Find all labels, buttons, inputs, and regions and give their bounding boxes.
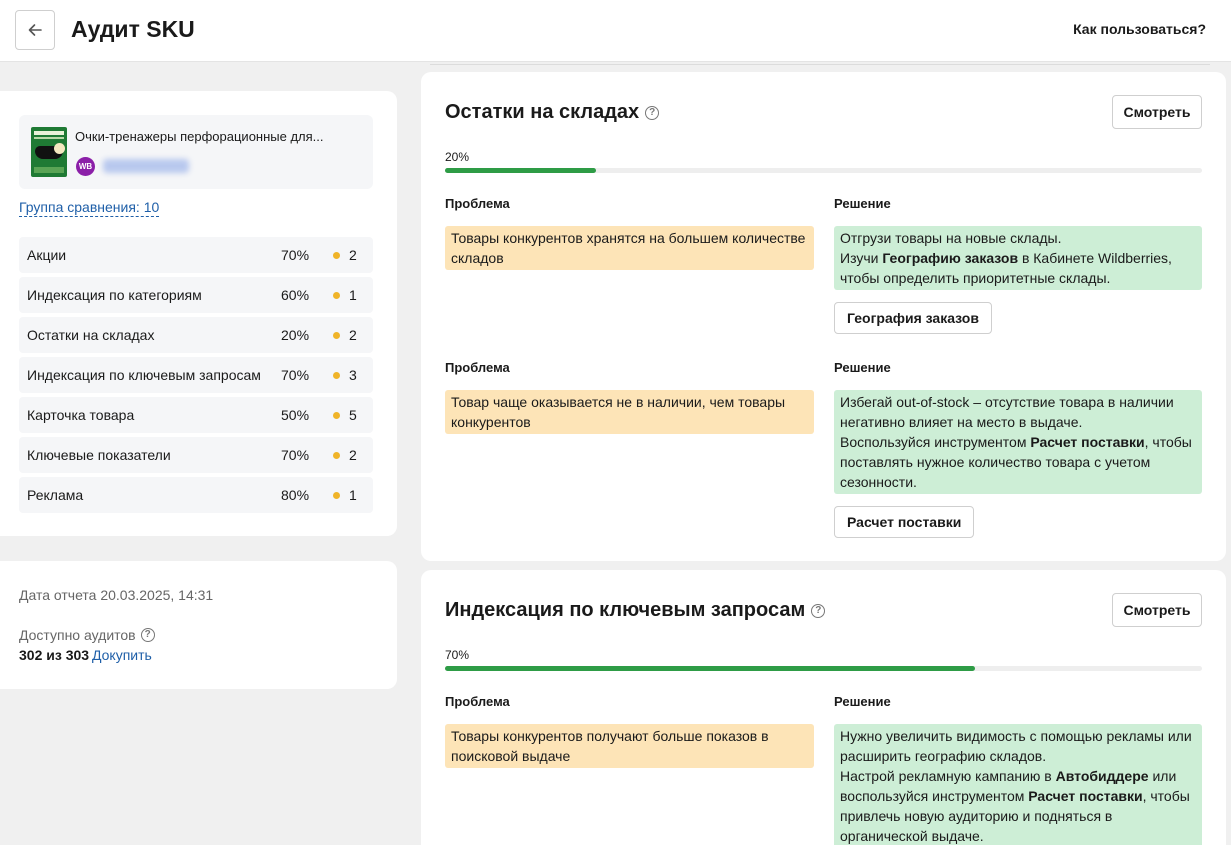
product-name: Очки-тренажеры перфорационные для... bbox=[75, 129, 324, 144]
metric-issue-count: 2 bbox=[349, 447, 357, 463]
metric-issue-count: 1 bbox=[349, 287, 357, 303]
metric-label: Остатки на складах bbox=[27, 327, 155, 343]
question-icon[interactable]: ? bbox=[645, 105, 660, 120]
progress-bar bbox=[445, 168, 1202, 173]
warning-dot-icon bbox=[333, 372, 340, 379]
problem-text: Товары конкурентов получают больше показ… bbox=[445, 724, 814, 768]
supply-calculation-button[interactable]: Расчет поставки bbox=[834, 506, 975, 538]
product-thumbnail bbox=[31, 127, 67, 177]
metric-row[interactable]: Индексация по категориям 60% 1 bbox=[19, 277, 373, 313]
solution-heading: Решение bbox=[834, 196, 891, 211]
compare-group-link[interactable]: Группа сравнения: 10 bbox=[19, 199, 160, 217]
metric-label: Ключевые показатели bbox=[27, 447, 171, 463]
solution-text: Отгрузи товары на новые склады. Изучи Гео… bbox=[834, 226, 1202, 290]
view-button[interactable]: Смотреть bbox=[1112, 593, 1202, 627]
metric-row[interactable]: Индексация по ключевым запросам 70% 3 bbox=[19, 357, 373, 393]
metric-percent: 60% bbox=[281, 287, 310, 303]
metric-percent: 70% bbox=[281, 247, 310, 263]
question-icon[interactable]: ? bbox=[811, 603, 826, 618]
metric-issue-count: 5 bbox=[349, 407, 357, 423]
page-header: Аудит SKU Как пользоваться? bbox=[0, 0, 1231, 62]
section-title: Остатки на складах ? bbox=[445, 101, 660, 124]
metric-percent: 50% bbox=[281, 407, 310, 423]
audit-info-card: Дата отчета 20.03.2025, 14:31 Доступно а… bbox=[0, 561, 397, 689]
order-geography-button[interactable]: География заказов bbox=[834, 302, 992, 334]
how-to-use-link[interactable]: Как пользоваться? bbox=[1073, 21, 1206, 37]
progress-bar bbox=[445, 666, 1202, 671]
metric-percent: 80% bbox=[281, 487, 310, 503]
available-audits-text: Доступно аудитов bbox=[19, 627, 136, 643]
problem-heading: Проблема bbox=[445, 360, 510, 375]
progress-fill bbox=[445, 666, 975, 671]
warning-dot-icon bbox=[333, 452, 340, 459]
page-title: Аудит SKU bbox=[71, 16, 195, 42]
available-audits-value: 302 из 303 bbox=[19, 647, 90, 663]
metric-issue-count: 2 bbox=[349, 247, 357, 263]
marketplace-badge: WB bbox=[76, 157, 95, 176]
sku-link-blurred[interactable] bbox=[103, 159, 189, 173]
section-warehouse-stock: Остатки на складах ? Смотреть 20% Пробле… bbox=[421, 72, 1226, 561]
progress-percent: 20% bbox=[445, 150, 470, 164]
metric-issue-count: 2 bbox=[349, 327, 357, 343]
section-title: Индексация по ключевым запросам ? bbox=[445, 599, 826, 622]
section-title-text: Индексация по ключевым запросам bbox=[445, 599, 806, 621]
metric-label: Индексация по ключевым запросам bbox=[27, 367, 261, 383]
problem-text: Товар чаще оказывается не в наличии, чем… bbox=[445, 390, 814, 434]
sku-summary-card: Очки-тренажеры перфорационные для... WB … bbox=[0, 91, 397, 536]
problem-heading: Проблема bbox=[445, 196, 510, 211]
solution-heading: Решение bbox=[834, 694, 891, 709]
question-icon[interactable]: ? bbox=[140, 628, 155, 642]
warning-dot-icon bbox=[333, 492, 340, 499]
product-card[interactable]: Очки-тренажеры перфорационные для... WB bbox=[19, 115, 373, 189]
view-button[interactable]: Смотреть bbox=[1112, 95, 1202, 129]
metric-row[interactable]: Акции 70% 2 bbox=[19, 237, 373, 273]
solution-heading: Решение bbox=[834, 360, 891, 375]
metric-row[interactable]: Карточка товара 50% 5 bbox=[19, 397, 373, 433]
metric-label: Реклама bbox=[27, 487, 84, 503]
metric-row[interactable]: Ключевые показатели 70% 2 bbox=[19, 437, 373, 473]
solution-text: Нужно увеличить видимость с помощью рекл… bbox=[834, 724, 1202, 845]
metric-label: Карточка товара bbox=[27, 407, 135, 423]
progress-percent: 70% bbox=[445, 648, 470, 662]
metric-issue-count: 3 bbox=[349, 367, 357, 383]
metric-row[interactable]: Реклама 80% 1 bbox=[19, 477, 373, 513]
metric-issue-count: 1 bbox=[349, 487, 357, 503]
metric-percent: 20% bbox=[281, 327, 310, 343]
metric-label: Акции bbox=[27, 247, 67, 263]
warning-dot-icon bbox=[333, 252, 340, 259]
metric-label: Индексация по категориям bbox=[27, 287, 202, 303]
metric-percent: 70% bbox=[281, 447, 310, 463]
metric-percent: 70% bbox=[281, 367, 310, 383]
progress-fill bbox=[445, 168, 597, 173]
divider bbox=[430, 64, 1210, 65]
arrow-left-icon bbox=[28, 24, 42, 36]
warning-dot-icon bbox=[333, 412, 340, 419]
problem-text: Товары конкурентов хранятся на большем к… bbox=[445, 226, 814, 270]
warning-dot-icon bbox=[333, 292, 340, 299]
section-keyword-indexing: Индексация по ключевым запросам ? Смотре… bbox=[421, 570, 1226, 845]
problem-heading: Проблема bbox=[445, 694, 510, 709]
back-button[interactable] bbox=[15, 10, 55, 50]
section-title-text: Остатки на складах bbox=[445, 101, 640, 123]
report-date: Дата отчета 20.03.2025, 14:31 bbox=[19, 587, 214, 603]
available-audits-label: Доступно аудитов ? bbox=[19, 627, 155, 643]
metric-row[interactable]: Остатки на складах 20% 2 bbox=[19, 317, 373, 353]
solution-text: Избегай out-of-stock – отсутствие товара… bbox=[834, 390, 1202, 494]
buy-more-link[interactable]: Докупить bbox=[92, 647, 152, 663]
warning-dot-icon bbox=[333, 332, 340, 339]
